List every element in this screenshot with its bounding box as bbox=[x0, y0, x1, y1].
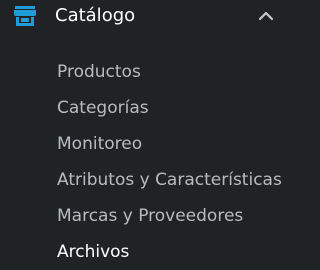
submenu-item-productos[interactable]: Productos bbox=[0, 54, 285, 90]
catalog-submenu: Productos Categorías Monitoreo Atributos… bbox=[0, 54, 285, 270]
catalog-menu-label: Catálogo bbox=[55, 5, 136, 26]
submenu-item-marcas[interactable]: Marcas y Proveedores bbox=[0, 198, 285, 234]
submenu-item-categorias[interactable]: Categorías bbox=[0, 90, 285, 126]
submenu-item-archivos[interactable]: Archivos bbox=[0, 234, 285, 270]
submenu-item-atributos[interactable]: Atributos y Características bbox=[0, 162, 285, 198]
store-icon bbox=[14, 6, 36, 26]
submenu-item-monitoreo[interactable]: Monitoreo bbox=[0, 126, 285, 162]
catalog-menu-header[interactable]: Catálogo bbox=[0, 0, 285, 34]
chevron-up-icon[interactable] bbox=[257, 7, 275, 25]
